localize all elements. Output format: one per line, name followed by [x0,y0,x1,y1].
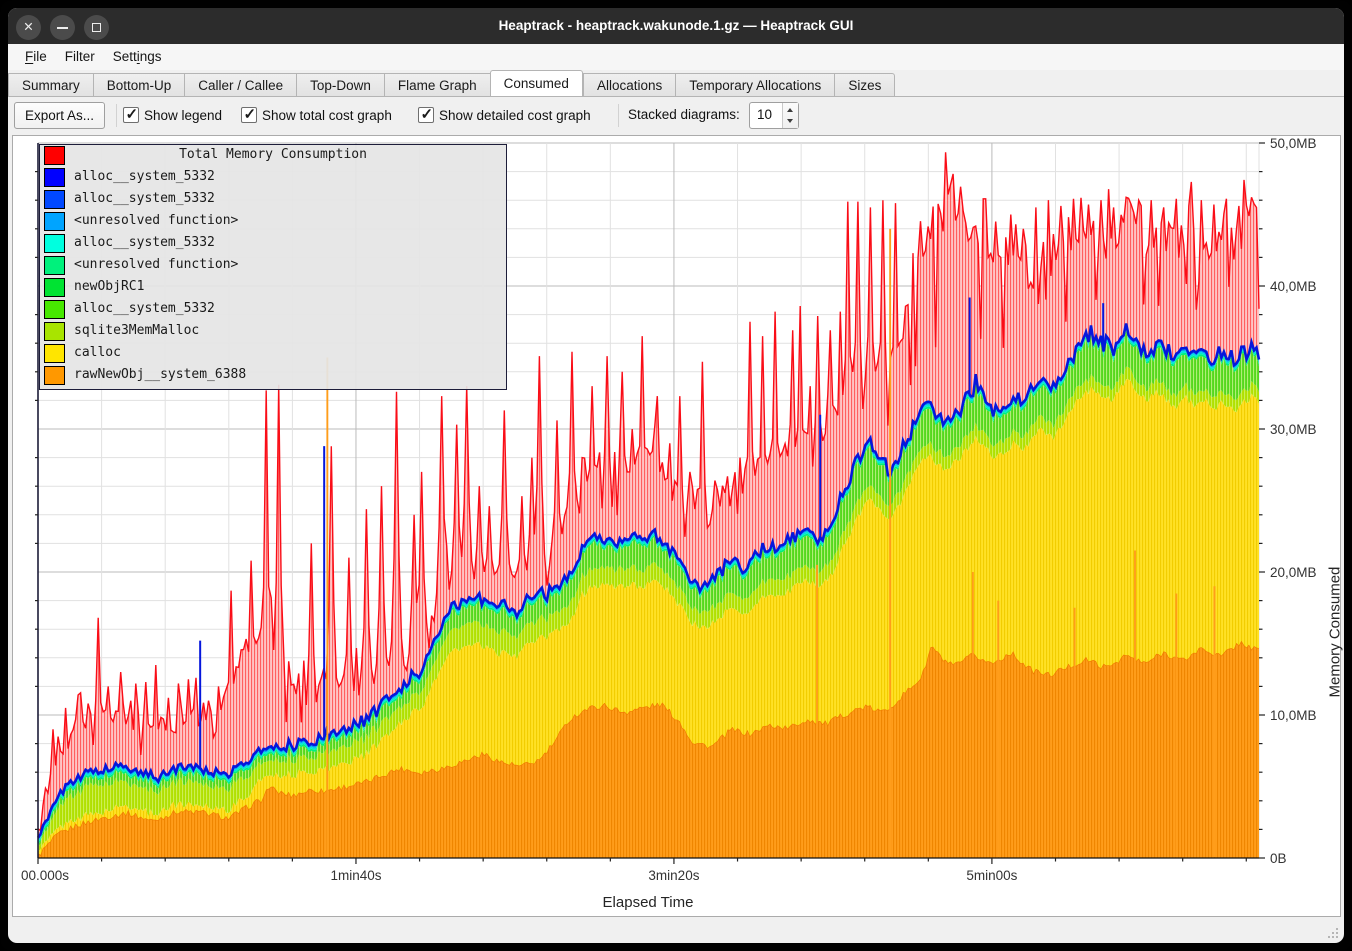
y-axis-title: Memory Consumed [1327,568,1344,698]
window-frame: Heaptrack - heaptrack.wakunode.1.gz — He… [0,0,1352,951]
svg-text:1min40s: 1min40s [330,868,381,883]
legend-label: rawNewObj__system_6388 [74,367,246,382]
tab-allocations[interactable]: Allocations [583,73,675,97]
legend-swatch [44,322,65,341]
legend-item: rawNewObj__system_6388 [40,365,506,387]
legend-item: calloc [40,343,506,365]
legend-swatch [44,168,65,187]
legend-swatch [44,300,65,319]
legend-swatch [44,278,65,297]
spin-down-icon[interactable] [787,119,793,123]
legend-item: alloc__system_5332 [40,299,506,321]
legend-item: alloc__system_5332 [40,233,506,255]
legend-item: alloc__system_5332 [40,189,506,211]
check-icon: ✓ [421,105,434,123]
checkbox-box[interactable]: ✓ [123,107,139,123]
legend-label: alloc__system_5332 [74,191,215,206]
check-icon: ✓ [126,105,139,123]
legend-item: <unresolved function> [40,255,506,277]
checkbox-label: Show total cost graph [262,106,392,126]
legend-label: alloc__system_5332 [74,235,215,250]
checkbox-label: Show detailed cost graph [439,106,591,126]
svg-text:3min20s: 3min20s [648,868,699,883]
stacked-diagrams-label: Stacked diagrams: [628,107,740,122]
spin-up-icon[interactable] [787,108,793,112]
spinbox-arrows [782,103,798,128]
chart-widget: 0B 10,0MB 20,0MB 30,0MB 40,0MB 50,0MB 00.000s 1… [12,135,1341,917]
window-title: Heaptrack - heaptrack.wakunode.1.gz — He… [8,8,1344,44]
legend-item: alloc__system_5332 [40,167,506,189]
legend-label: <unresolved function> [74,213,238,228]
titlebar: Heaptrack - heaptrack.wakunode.1.gz — He… [8,8,1344,44]
spinbox-value: 10 [757,107,772,122]
maximize-button[interactable] [84,15,109,40]
tab-temporary-allocations[interactable]: Temporary Allocations [675,73,834,97]
tab-top-down[interactable]: Top-Down [296,73,384,97]
checkbox-box[interactable]: ✓ [241,107,257,123]
svg-text:30,0MB: 30,0MB [1270,422,1317,437]
legend-label: newObjRC1 [74,279,144,294]
minimize-icon [57,27,68,29]
legend-item: newObjRC1 [40,277,506,299]
tab-sizes[interactable]: Sizes [834,73,895,97]
tab-bottom-up[interactable]: Bottom-Up [93,73,185,97]
resize-grip[interactable] [1328,928,1338,938]
toolbar: Export As... ✓Show legend✓Show total cos… [8,97,1344,135]
legend-label: sqlite3MemMalloc [74,323,199,338]
toolbar-separator [618,104,619,127]
legend-label: Total Memory Consumption [40,147,506,162]
x-axis-title: Elapsed Time [13,894,1283,911]
legend-swatch [44,190,65,209]
tab-flame-graph[interactable]: Flame Graph [384,73,490,97]
tab-caller-callee[interactable]: Caller / Callee [184,73,296,97]
svg-text:40,0MB: 40,0MB [1270,279,1317,294]
legend-label: alloc__system_5332 [74,169,215,184]
close-icon: ✕ [16,15,41,40]
menu-filter[interactable]: Filter [56,44,104,70]
legend-item: <unresolved function> [40,211,506,233]
legend-item: Total Memory Consumption [40,145,506,167]
window: Heaptrack - heaptrack.wakunode.1.gz — He… [8,8,1344,943]
close-button[interactable]: ✕ [16,15,41,40]
svg-text:50,0MB: 50,0MB [1270,136,1317,151]
legend-swatch [44,344,65,363]
legend-label: alloc__system_5332 [74,301,215,316]
checkbox-label: Show legend [144,106,222,126]
svg-text:20,0MB: 20,0MB [1270,565,1317,580]
menu-file[interactable]: File [16,44,56,70]
menubar: FileFilterSettings [8,44,1344,70]
svg-text:00.000s: 00.000s [21,868,69,883]
legend-swatch [44,234,65,253]
svg-text:0B: 0B [1270,851,1287,866]
stacked-diagrams-spinbox[interactable]: 10 [749,102,799,129]
tab-summary[interactable]: Summary [8,73,93,97]
chart-legend: Total Memory Consumption alloc__system_53… [39,144,507,390]
menu-settings[interactable]: Settings [104,44,171,70]
tab-consumed[interactable]: Consumed [490,70,583,97]
legend-item: sqlite3MemMalloc [40,321,506,343]
svg-text:5min00s: 5min00s [966,868,1017,883]
minimize-button[interactable] [50,15,75,40]
maximize-icon [92,23,101,32]
tab-bar: SummaryBottom-UpCaller / CalleeTop-DownF… [8,70,1344,97]
legend-swatch [44,212,65,231]
legend-swatch [44,256,65,275]
legend-label: calloc [74,345,121,360]
legend-label: <unresolved function> [74,257,238,272]
check-icon: ✓ [244,105,257,123]
checkbox-box[interactable]: ✓ [418,107,434,123]
svg-text:10,0MB: 10,0MB [1270,708,1317,723]
legend-swatch [44,366,65,385]
